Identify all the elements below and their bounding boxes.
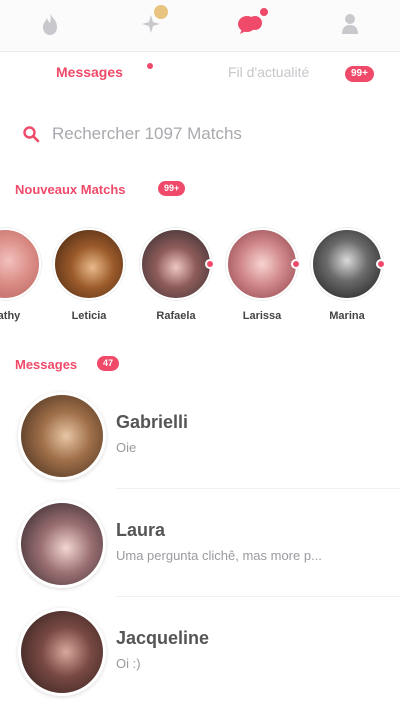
contact-name: Jacqueline xyxy=(116,628,210,648)
match-card[interactable]: Marina xyxy=(309,226,386,326)
sparkle-icon[interactable] xyxy=(134,5,168,39)
avatar xyxy=(0,228,41,300)
avatar xyxy=(18,608,106,696)
flame-icon[interactable] xyxy=(33,9,67,39)
chat-bubbles-icon[interactable] xyxy=(233,8,268,39)
match-name: Marina xyxy=(329,310,365,322)
search-icon xyxy=(22,125,40,148)
avatar xyxy=(226,228,298,300)
match-card[interactable]: Larissa xyxy=(224,226,301,326)
avatar xyxy=(18,392,106,480)
match-name: Leticia xyxy=(71,310,107,322)
conversation-row[interactable]: Gabrielli Oie xyxy=(0,392,400,492)
new-matches-carousel[interactable]: Kathy Leticia Rafaela Larissa Marina xyxy=(0,226,400,336)
divider xyxy=(116,488,400,489)
divider xyxy=(116,596,400,597)
match-card[interactable]: Leticia xyxy=(51,226,127,326)
avatar xyxy=(311,228,383,300)
messages-count-badge: 47 xyxy=(97,356,120,371)
gold-badge-icon xyxy=(154,5,168,19)
conversation-row[interactable]: Jacqueline Oi :) xyxy=(0,608,400,708)
match-name: Larissa xyxy=(242,310,282,322)
avatar xyxy=(140,228,212,300)
conversation-row[interactable]: Laura Uma pergunta clichê, mas more p... xyxy=(0,500,400,600)
messages-title: Messages xyxy=(15,357,78,372)
feed-count-badge: 99+ xyxy=(345,66,374,82)
contact-name: Laura xyxy=(116,520,166,540)
messages-tabs: Messages Fil d'actualité 99+ xyxy=(0,56,400,92)
search-input[interactable] xyxy=(52,120,372,148)
message-preview: Oie xyxy=(116,440,137,455)
profile-icon[interactable] xyxy=(333,9,367,39)
match-name: Rafaela xyxy=(156,310,196,322)
avatar xyxy=(53,228,125,300)
notification-dot xyxy=(260,8,268,16)
tab-feed[interactable]: Fil d'actualité xyxy=(228,64,309,80)
match-card[interactable]: Kathy xyxy=(0,226,43,326)
unread-dot xyxy=(376,259,386,269)
message-preview: Oi :) xyxy=(116,656,141,671)
unread-dot xyxy=(147,63,153,69)
message-preview: Uma pergunta clichê, mas more p... xyxy=(116,548,322,563)
avatar xyxy=(18,500,106,588)
top-navigation xyxy=(0,0,400,52)
unread-dot xyxy=(205,259,215,269)
new-matches-title: Nouveaux Matchs xyxy=(15,182,126,197)
search-bar[interactable] xyxy=(12,114,388,154)
new-matches-count-badge: 99+ xyxy=(158,181,186,196)
tab-messages[interactable]: Messages xyxy=(56,64,123,80)
contact-name: Gabrielli xyxy=(116,412,189,432)
match-card[interactable]: Rafaela xyxy=(138,226,215,326)
unread-dot xyxy=(291,259,301,269)
match-name: Kathy xyxy=(0,310,21,322)
